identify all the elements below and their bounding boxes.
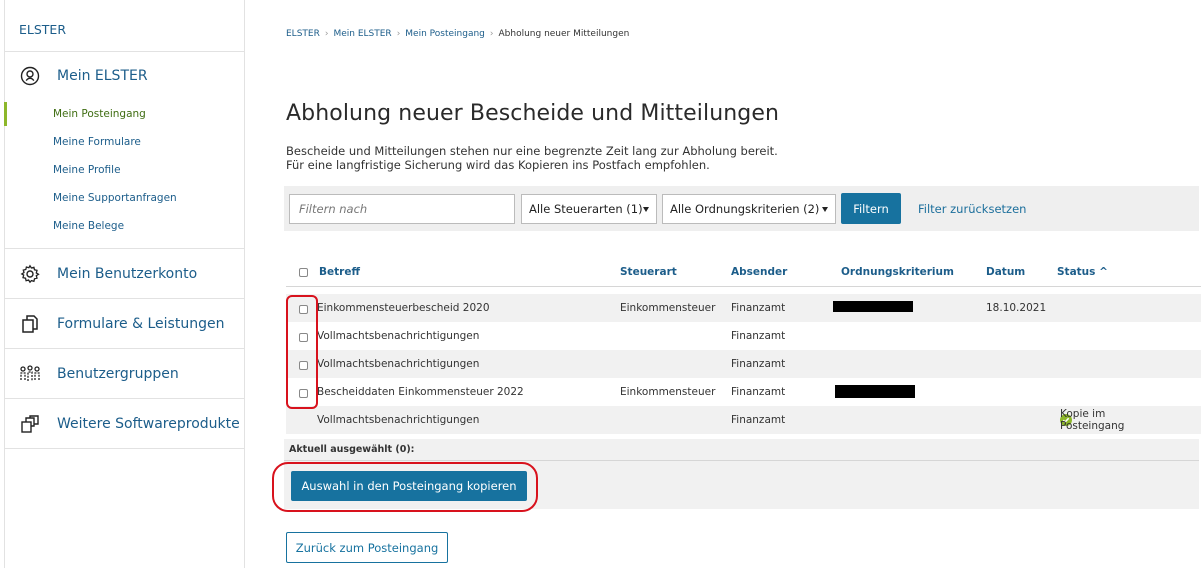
status-text: Kopie im Posteingang (1060, 408, 1125, 432)
table-row[interactable]: Bescheiddaten Einkommensteuer 2022 Einko… (286, 378, 1201, 406)
intro-line: Für eine langfristige Sicherung wird das… (286, 158, 710, 172)
sidebar-section-formulare: Formulare & Leistungen (5, 299, 244, 349)
cell-absender: Finanzamt (731, 330, 786, 342)
main-content: ELSTER › Mein ELSTER › Mein Posteingang … (272, 0, 1203, 568)
table-row[interactable]: Vollmachtsbenachrichtigungen Finanzamt K… (286, 406, 1201, 434)
column-header-datum[interactable]: Datum (986, 266, 1025, 278)
cell-betreff[interactable]: Vollmachtsbenachrichtigungen (317, 358, 479, 370)
cell-betreff[interactable]: Vollmachtsbenachrichtigungen (317, 414, 479, 426)
steuerarten-select[interactable]: Alle Steuerarten (1) (521, 194, 657, 224)
page-intro: Bescheide und Mitteilungen stehen nur ei… (286, 144, 778, 172)
cell-steuerart: Einkommensteuer (620, 302, 716, 314)
breadcrumb-elster[interactable]: ELSTER (286, 29, 320, 39)
filter-input[interactable] (289, 194, 515, 224)
sidebar-item-benutzerkonto[interactable]: Mein Benutzerkonto (5, 249, 244, 299)
cell-datum: 18.10.2021 (986, 302, 1047, 314)
sidebar-subitem-profile[interactable]: Meine Profile (5, 156, 244, 184)
caret-down-icon (822, 207, 828, 212)
cell-absender: Finanzamt (731, 386, 786, 398)
sidebar-subitem-belege[interactable]: Meine Belege (5, 212, 244, 240)
sidebar-subitem-posteingang[interactable]: Mein Posteingang (4, 100, 244, 128)
users-group-icon (19, 363, 41, 385)
column-header-betreff[interactable]: Betreff (319, 266, 360, 278)
sidebar-item-label: Mein Benutzerkonto (57, 266, 198, 282)
row-checkbox[interactable] (299, 333, 308, 342)
column-header-ordnungskriterium[interactable]: Ordnungskriterium (841, 266, 954, 278)
breadcrumb-mein-elster[interactable]: Mein ELSTER (333, 29, 391, 39)
sidebar-subitem-formulare[interactable]: Meine Formulare (5, 128, 244, 156)
cell-absender: Finanzamt (731, 302, 786, 314)
sidebar: ELSTER Mein ELSTER Mein Posteingang Mein… (4, 0, 245, 568)
breadcrumb-posteingang[interactable]: Mein Posteingang (405, 29, 485, 39)
filter-reset-link[interactable]: Filter zurücksetzen (918, 202, 1026, 216)
breadcrumb-current: Abholung neuer Mitteilungen (498, 29, 630, 39)
copy-area: Auswahl in den Posteingang kopieren (284, 461, 1199, 509)
table-header: Betreff Steuerart Absender Ordnungskrite… (286, 257, 1201, 287)
sidebar-section-softwareprodukte: Weitere Softwareprodukte (5, 399, 244, 449)
redacted-ordnungskriterium (835, 385, 915, 398)
sidebar-section-benutzerkonto: Mein Benutzerkonto (5, 249, 244, 299)
row-checkbox[interactable] (299, 361, 308, 370)
chevron-right-icon: › (324, 29, 329, 39)
filter-bar: Alle Steuerarten (1) Alle Ordnungskriter… (284, 186, 1199, 231)
row-checkbox[interactable] (299, 305, 308, 314)
cell-betreff[interactable]: Bescheiddaten Einkommensteuer 2022 (317, 386, 524, 398)
sidebar-item-softwareprodukte[interactable]: Weitere Softwareprodukte (5, 399, 244, 449)
cell-absender: Finanzamt (731, 414, 786, 426)
table-row[interactable]: Vollmachtsbenachrichtigungen Finanzamt (286, 350, 1201, 378)
column-header-absender[interactable]: Absender (731, 266, 787, 278)
copy-to-inbox-button[interactable]: Auswahl in den Posteingang kopieren (291, 471, 527, 501)
select-all-checkbox[interactable] (299, 267, 308, 277)
windows-stack-icon (19, 413, 41, 435)
intro-line: Bescheide und Mitteilungen stehen nur ei… (286, 144, 778, 158)
table-row[interactable]: Vollmachtsbenachrichtigungen Finanzamt (286, 322, 1201, 350)
sidebar-submenu: Mein Posteingang Meine Formulare Meine P… (4, 100, 244, 248)
sidebar-section-benutzergruppen: Benutzergruppen (5, 349, 244, 399)
sidebar-section-mein-elster: Mein ELSTER Mein Posteingang Meine Formu… (4, 52, 244, 249)
caret-down-icon (643, 207, 649, 212)
column-header-status[interactable]: Status ^ (1057, 266, 1108, 278)
column-header-steuerart[interactable]: Steuerart (620, 266, 677, 278)
back-to-inbox-button[interactable]: Zurück zum Posteingang (286, 532, 448, 563)
sidebar-item-label: Formulare & Leistungen (57, 316, 225, 332)
redacted-ordnungskriterium (833, 301, 913, 312)
documents-icon (19, 313, 41, 335)
sidebar-item-formulare-leistungen[interactable]: Formulare & Leistungen (5, 299, 244, 349)
cell-absender: Finanzamt (731, 358, 786, 370)
messages-table: Betreff Steuerart Absender Ordnungskrite… (286, 257, 1201, 434)
page-title: Abholung neuer Bescheide und Mitteilunge… (286, 101, 780, 126)
sidebar-item-mein-elster[interactable]: Mein ELSTER (5, 52, 244, 100)
sidebar-item-label: Benutzergruppen (57, 366, 179, 382)
steuerarten-select-value: Alle Steuerarten (1) (529, 202, 643, 216)
sidebar-item-label: Mein ELSTER (57, 68, 148, 84)
chevron-right-icon: › (396, 29, 401, 39)
table-row[interactable]: Einkommensteuerbescheid 2020 Einkommenst… (286, 294, 1201, 322)
cell-betreff[interactable]: Vollmachtsbenachrichtigungen (317, 330, 479, 342)
cell-betreff[interactable]: Einkommensteuerbescheid 2020 (317, 302, 490, 314)
cell-steuerart: Einkommensteuer (620, 386, 716, 398)
sidebar-subitem-supportanfragen[interactable]: Meine Supportanfragen (5, 184, 244, 212)
chevron-right-icon: › (489, 29, 494, 39)
sidebar-brand[interactable]: ELSTER (5, 0, 244, 52)
sidebar-item-benutzergruppen[interactable]: Benutzergruppen (5, 349, 244, 399)
breadcrumb: ELSTER › Mein ELSTER › Mein Posteingang … (286, 29, 629, 39)
row-checkbox[interactable] (299, 389, 308, 398)
user-circle-icon (19, 65, 41, 87)
ordnungskriterien-select-value: Alle Ordnungskriterien (2) (670, 202, 820, 216)
filter-button[interactable]: Filtern (841, 193, 901, 224)
ordnungskriterien-select[interactable]: Alle Ordnungskriterien (2) (662, 194, 836, 224)
gear-icon (19, 263, 41, 285)
sidebar-item-label: Weitere Softwareprodukte (57, 416, 240, 432)
selection-summary: Aktuell ausgewählt (0): (284, 439, 1199, 461)
